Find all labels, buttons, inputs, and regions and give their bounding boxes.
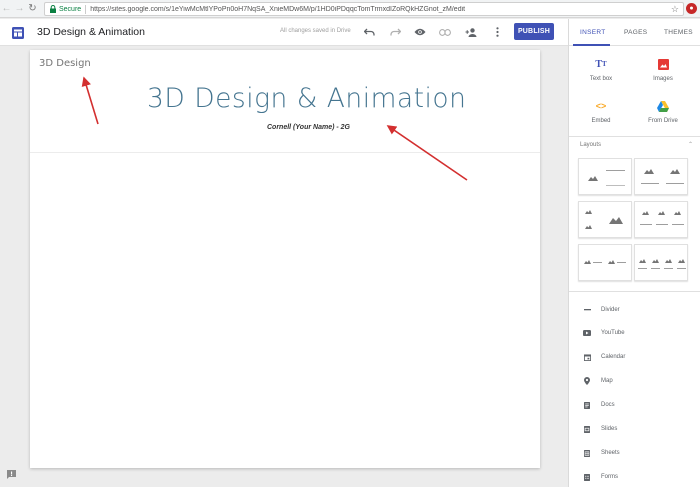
layout-card[interactable] bbox=[634, 244, 688, 281]
bookmark-star-icon[interactable]: ☆ bbox=[671, 4, 679, 15]
forward-icon[interactable]: → bbox=[13, 0, 26, 18]
youtube-icon bbox=[582, 330, 592, 336]
tab-themes[interactable]: THEMES bbox=[664, 29, 693, 36]
preview-eye-icon[interactable] bbox=[413, 25, 427, 39]
site-logo-text[interactable]: 3D Design bbox=[39, 58, 91, 69]
component-divider[interactable]: Divider bbox=[569, 301, 700, 319]
component-label: Map bbox=[601, 378, 613, 384]
insert-label: Text box bbox=[589, 76, 613, 82]
insert-label: From Drive bbox=[648, 118, 678, 124]
layout-card[interactable] bbox=[634, 201, 688, 238]
feedback-icon[interactable] bbox=[6, 467, 17, 479]
insert-label: Images bbox=[653, 76, 673, 82]
insert-text-box[interactable]: TT Text box bbox=[571, 57, 631, 97]
component-slides[interactable]: Slides bbox=[569, 420, 700, 438]
layout-card[interactable] bbox=[634, 158, 688, 195]
component-map[interactable]: Map bbox=[569, 372, 700, 390]
component-youtube[interactable]: YouTube bbox=[569, 324, 700, 342]
insert-panel: INSERT PAGES THEMES TT Text box Images <… bbox=[568, 19, 700, 487]
component-sheets[interactable]: Sheets bbox=[569, 444, 700, 462]
component-label: Forms bbox=[601, 474, 618, 480]
forms-icon bbox=[582, 473, 592, 481]
active-tab-indicator bbox=[573, 44, 610, 46]
insert-from-drive[interactable]: From Drive bbox=[633, 99, 693, 139]
component-label: Sheets bbox=[601, 450, 620, 456]
layouts-label: Layouts bbox=[580, 142, 602, 148]
layout-card[interactable] bbox=[578, 158, 632, 195]
component-docs[interactable]: Docs bbox=[569, 396, 700, 414]
docs-icon bbox=[582, 401, 592, 409]
redo-icon[interactable] bbox=[388, 25, 402, 39]
site-title[interactable]: 3D Design & Animation bbox=[37, 26, 145, 38]
publish-button[interactable]: PUBLISH bbox=[514, 23, 554, 40]
lock-icon bbox=[49, 5, 57, 13]
insert-images[interactable]: Images bbox=[633, 57, 693, 97]
more-vert-icon[interactable] bbox=[490, 25, 504, 39]
layout-card[interactable] bbox=[578, 201, 632, 238]
header-section[interactable]: 3D Design 3D Design & Animation Cornell … bbox=[30, 50, 540, 153]
layout-card[interactable] bbox=[578, 244, 632, 281]
reload-icon[interactable]: ↻ bbox=[26, 0, 39, 18]
embed-icon: <> bbox=[595, 101, 607, 111]
address-bar[interactable]: Secure https://sites.google.com/s/1eYiwM… bbox=[44, 2, 684, 16]
drive-icon bbox=[633, 99, 693, 113]
extension-icon[interactable]: ● bbox=[686, 3, 697, 14]
component-calendar[interactable]: Calendar bbox=[569, 348, 700, 366]
component-label: Calendar bbox=[601, 354, 626, 360]
panel-divider bbox=[569, 291, 700, 292]
sheets-icon bbox=[582, 449, 592, 457]
calendar-icon bbox=[582, 353, 592, 361]
google-sites-logo-icon[interactable] bbox=[12, 26, 24, 39]
component-label: Docs bbox=[601, 402, 615, 408]
insert-embed[interactable]: <> Embed bbox=[571, 99, 631, 139]
image-icon bbox=[633, 57, 693, 71]
save-status: All changes saved in Drive bbox=[280, 28, 351, 34]
page-subtitle[interactable]: Cornell (Your Name) - 2G bbox=[267, 124, 350, 131]
collapse-icon[interactable]: ⌃ bbox=[688, 141, 693, 148]
tab-pages[interactable]: PAGES bbox=[624, 29, 647, 36]
panel-tabs: INSERT PAGES THEMES bbox=[569, 19, 700, 46]
map-pin-icon bbox=[582, 377, 592, 385]
tab-insert[interactable]: INSERT bbox=[580, 29, 606, 36]
link-icon[interactable] bbox=[438, 25, 452, 39]
url-text[interactable]: https://sites.google.com/s/1eYiwMcMtlYPo… bbox=[90, 6, 465, 13]
page-canvas[interactable]: 3D Design 3D Design & Animation Cornell … bbox=[30, 50, 540, 468]
omnibox-separator bbox=[85, 4, 87, 14]
component-label: Divider bbox=[601, 307, 620, 313]
insert-label: Embed bbox=[591, 118, 611, 124]
browser-toolbar: ← → ↻ Secure https://sites.google.com/s/… bbox=[0, 0, 700, 18]
back-icon[interactable]: ← bbox=[0, 0, 13, 18]
add-person-icon[interactable] bbox=[464, 25, 478, 39]
component-forms[interactable]: Forms bbox=[569, 468, 700, 486]
secure-label: Secure bbox=[59, 5, 82, 13]
divider-icon bbox=[582, 309, 592, 311]
text-box-icon: TT bbox=[595, 58, 607, 70]
slides-icon bbox=[582, 425, 592, 433]
panel-divider bbox=[569, 136, 700, 137]
component-label: Slides bbox=[601, 426, 618, 432]
page-title[interactable]: 3D Design & Animation bbox=[147, 83, 466, 114]
undo-icon[interactable] bbox=[362, 25, 376, 39]
component-label: YouTube bbox=[601, 330, 625, 336]
